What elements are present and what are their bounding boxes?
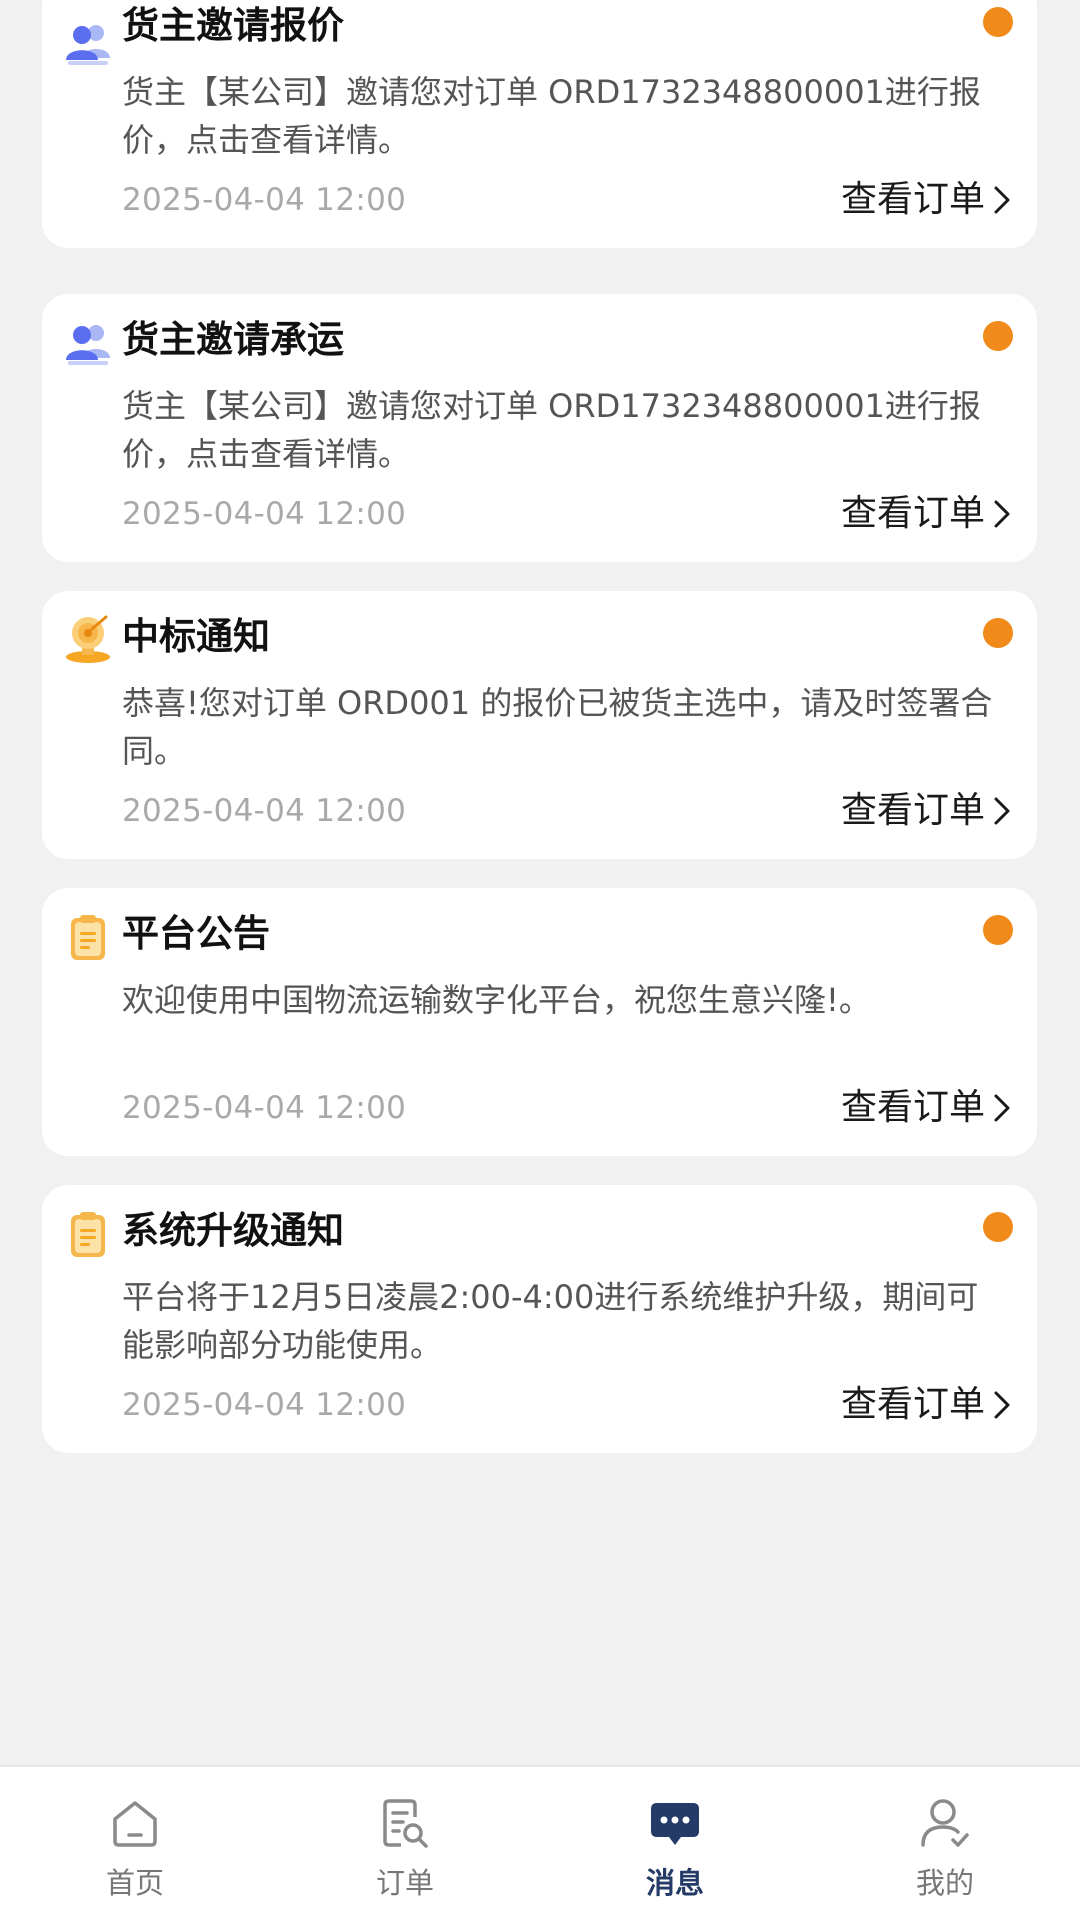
bottom-tab-bar: 首页 订单 消息 我的 xyxy=(0,1765,1080,1920)
user-check-icon xyxy=(917,1795,973,1851)
tab-home[interactable]: 首页 xyxy=(0,1767,270,1920)
tab-home-label: 首页 xyxy=(105,1866,164,1900)
view-order-button[interactable]: 查看订单 xyxy=(841,1383,1013,1427)
tab-orders-label: 订单 xyxy=(375,1866,434,1900)
message-body: 货主【某公司】邀请您对订单 ORD1732348800001进行报价，点击查看详… xyxy=(122,387,981,473)
view-order-label: 查看订单 xyxy=(840,1087,985,1128)
message-time: 2025-04-04 12:00 xyxy=(122,793,407,829)
unread-dot xyxy=(983,7,1013,37)
message-body: 欢迎使用中国物流运输数字化平台，祝您生意兴隆!。 xyxy=(122,981,871,1019)
view-order-label: 查看订单 xyxy=(840,179,985,220)
unread-dot xyxy=(983,915,1013,945)
view-order-button[interactable]: 查看订单 xyxy=(841,178,1013,222)
tab-profile-label: 我的 xyxy=(915,1866,974,1900)
message-card[interactable]: 货主邀请报价 货主【某公司】邀请您对订单 ORD1732348800001进行报… xyxy=(42,0,1037,248)
unread-dot xyxy=(983,618,1013,648)
message-title: 系统升级通知 xyxy=(122,1209,344,1252)
tab-profile[interactable]: 我的 xyxy=(810,1767,1080,1920)
message-title: 中标通知 xyxy=(122,615,270,658)
message-card[interactable]: 中标通知 恭喜!您对订单 ORD001 的报价已被货主选中，请及时签署合同。 2… xyxy=(42,591,1037,859)
message-card[interactable]: 货主邀请承运 货主【某公司】邀请您对订单 ORD1732348800001进行报… xyxy=(42,294,1037,562)
chat-bubble-icon xyxy=(647,1795,703,1851)
view-order-label: 查看订单 xyxy=(840,1384,985,1425)
message-card[interactable]: 平台公告 欢迎使用中国物流运输数字化平台，祝您生意兴隆!。 2025-04-04… xyxy=(42,888,1037,1156)
chevron-right-icon xyxy=(994,1391,1010,1419)
message-title: 货主邀请报价 xyxy=(122,4,344,47)
message-body: 恭喜!您对订单 ORD001 的报价已被货主选中，请及时签署合同。 xyxy=(122,684,993,770)
unread-dot xyxy=(983,321,1013,351)
clipboard-icon xyxy=(62,1209,124,1271)
view-order-label: 查看订单 xyxy=(840,790,985,831)
tab-messages[interactable]: 消息 xyxy=(540,1767,810,1920)
message-title: 货主邀请承运 xyxy=(122,318,344,361)
users-icon xyxy=(62,18,124,80)
message-time: 2025-04-04 12:00 xyxy=(122,1090,407,1126)
unread-dot xyxy=(983,1212,1013,1242)
message-time: 2025-04-04 12:00 xyxy=(122,496,407,532)
view-order-label: 查看订单 xyxy=(840,493,985,534)
message-body: 平台将于12月5日凌晨2:00-4:00进行系统维护升级，期间可能影响部分功能使… xyxy=(122,1278,979,1364)
chevron-right-icon xyxy=(994,797,1010,825)
chevron-right-icon xyxy=(994,1094,1010,1122)
message-page: 货主邀请报价 货主【某公司】邀请您对订单 ORD1732348800001进行报… xyxy=(0,0,1080,1920)
message-body: 货主【某公司】邀请您对订单 ORD1732348800001进行报价，点击查看详… xyxy=(122,73,981,159)
chevron-right-icon xyxy=(994,186,1010,214)
chevron-right-icon xyxy=(994,500,1010,528)
message-card[interactable]: 系统升级通知 平台将于12月5日凌晨2:00-4:00进行系统维护升级，期间可能… xyxy=(42,1185,1037,1453)
view-order-button[interactable]: 查看订单 xyxy=(841,492,1013,536)
message-time: 2025-04-04 12:00 xyxy=(122,182,407,218)
tab-orders[interactable]: 订单 xyxy=(270,1767,540,1920)
message-time: 2025-04-04 12:00 xyxy=(122,1387,407,1423)
home-icon xyxy=(107,1795,163,1851)
view-order-button[interactable]: 查看订单 xyxy=(841,789,1013,833)
order-search-icon xyxy=(377,1795,433,1851)
clipboard-icon xyxy=(62,912,124,974)
view-order-button[interactable]: 查看订单 xyxy=(841,1086,1013,1130)
tab-messages-label: 消息 xyxy=(645,1866,704,1900)
message-title: 平台公告 xyxy=(122,912,270,955)
award-target-icon xyxy=(62,613,124,675)
users-icon xyxy=(62,318,124,380)
